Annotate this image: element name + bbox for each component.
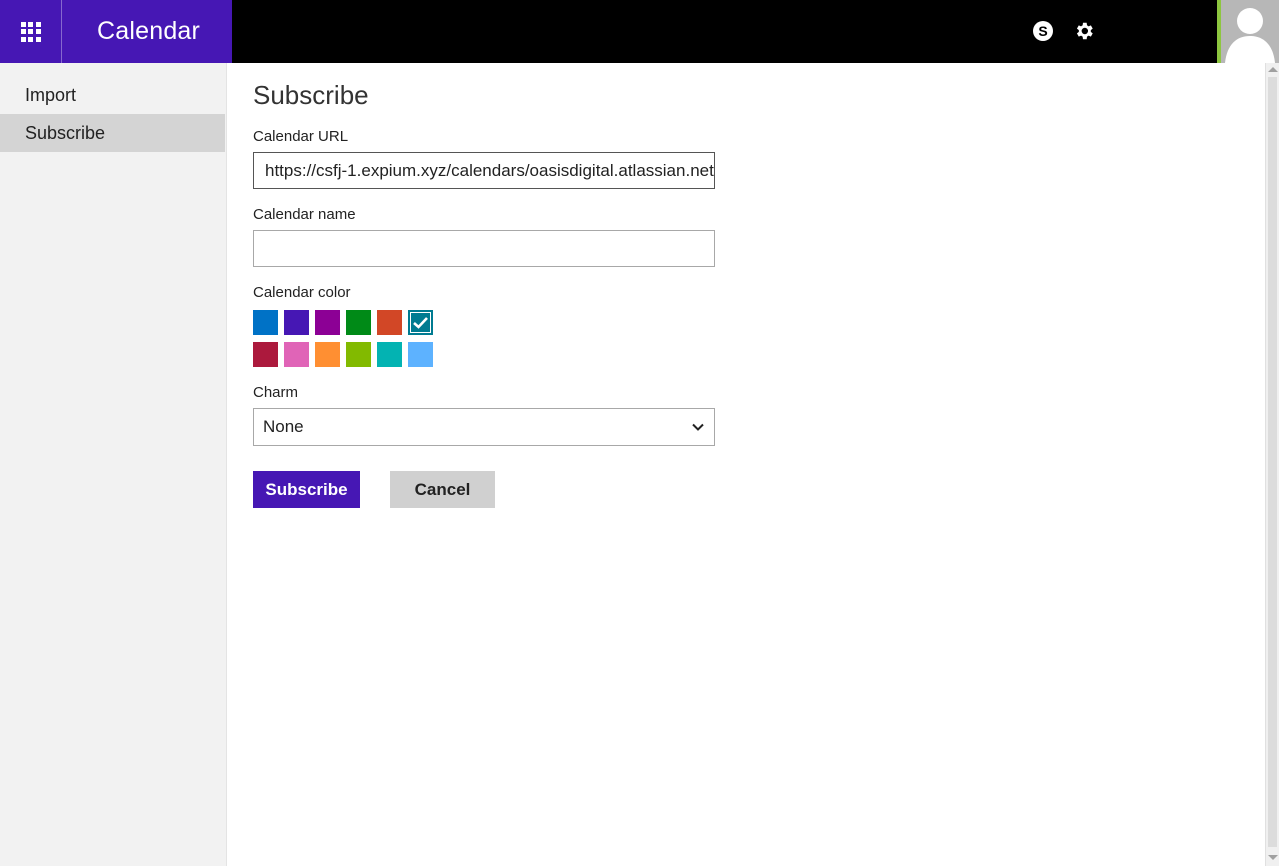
avatar-frame [1217, 0, 1279, 63]
color-swatch[interactable] [346, 342, 371, 367]
color-swatch[interactable] [377, 342, 402, 367]
sidebar-item-subscribe[interactable]: Subscribe [0, 114, 225, 152]
charm-selected-value: None [263, 417, 304, 436]
skype-button[interactable]: S [1031, 19, 1055, 43]
scroll-down-arrow[interactable] [1268, 855, 1278, 860]
color-swatch[interactable] [377, 310, 402, 335]
header-actions: S [1031, 19, 1096, 43]
person-icon [1225, 8, 1275, 63]
color-picker [253, 310, 1253, 367]
scroll-up-arrow[interactable] [1268, 67, 1278, 72]
calendar-url-label: Calendar URL [253, 128, 349, 145]
checkmark-icon [413, 317, 428, 329]
form-actions: Subscribe Cancel [253, 471, 1253, 508]
calendar-name-label: Calendar name [253, 206, 356, 223]
top-bar: Calendar S [0, 0, 1279, 63]
app-title[interactable]: Calendar [97, 17, 200, 46]
page-title: Subscribe [253, 80, 369, 110]
svg-text:S: S [1038, 23, 1047, 39]
color-swatch[interactable] [346, 310, 371, 335]
subscribe-button[interactable]: Subscribe [253, 471, 360, 508]
color-swatch[interactable] [408, 310, 433, 335]
cancel-button[interactable]: Cancel [390, 471, 495, 508]
vertical-scrollbar[interactable] [1265, 63, 1279, 866]
color-swatch[interactable] [284, 310, 309, 335]
gear-icon [1076, 22, 1093, 40]
brand-area: Calendar [0, 0, 232, 63]
color-swatch[interactable] [253, 310, 278, 335]
color-swatch[interactable] [315, 310, 340, 335]
color-swatch[interactable] [284, 342, 309, 367]
waffle-icon [20, 21, 41, 42]
calendar-name-input[interactable] [253, 230, 715, 267]
chevron-down-icon [692, 423, 704, 431]
charm-label: Charm [253, 384, 299, 401]
charm-select[interactable]: None [253, 408, 715, 446]
color-swatch[interactable] [253, 342, 278, 367]
subscribe-form: Subscribe Calendar URL https://csfj-1.ex… [253, 63, 1253, 508]
skype-icon: S [1033, 21, 1053, 41]
settings-button[interactable] [1072, 19, 1096, 43]
calendar-color-label: Calendar color [253, 284, 351, 301]
calendar-url-input[interactable]: https://csfj-1.expium.xyz/calendars/oasi… [253, 152, 715, 189]
sidebar: Import Subscribe [0, 63, 227, 866]
scroll-thumb[interactable] [1268, 77, 1277, 847]
color-swatch[interactable] [315, 342, 340, 367]
sidebar-item-import[interactable]: Import [0, 76, 225, 114]
color-swatch[interactable] [408, 342, 433, 367]
avatar[interactable] [1221, 0, 1279, 63]
app-launcher-button[interactable] [0, 0, 62, 63]
